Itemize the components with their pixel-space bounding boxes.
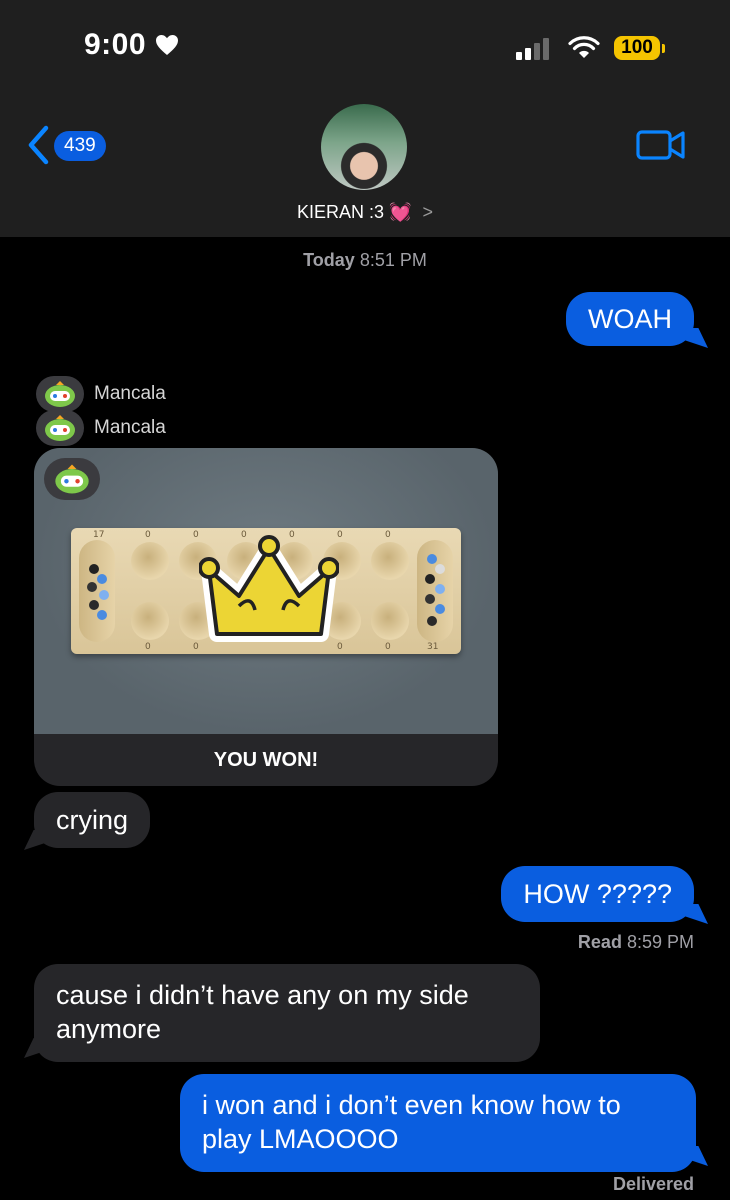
marble [425, 594, 435, 604]
marble [435, 584, 445, 594]
game-sender-row: Mancala [36, 410, 166, 446]
game-sender-name: Mancala [94, 417, 166, 438]
delivered-status: Delivered [612, 1174, 694, 1194]
marble [97, 574, 107, 584]
received-message-crying[interactable]: crying [34, 792, 151, 848]
contact-name: KIERAN :3 💓 [297, 202, 412, 222]
sent-message-how[interactable]: HOW ????? [501, 866, 694, 922]
pit-count: 0 [385, 530, 391, 540]
back-button[interactable]: 439 [26, 122, 106, 168]
contact-name-button[interactable]: KIERAN :3 💓 > [0, 202, 730, 223]
read-receipt: Read 8:59 PM [578, 932, 694, 953]
mancala-app-icon [36, 376, 84, 412]
message-text-line: play LMAOOOO [202, 1124, 399, 1154]
marble [435, 564, 445, 574]
conversation-timestamp: Today 8:51 PM [0, 250, 730, 271]
crown-icon [199, 535, 339, 642]
mancala-app-icon [36, 410, 84, 446]
marble [89, 600, 99, 610]
marble [89, 564, 99, 574]
read-label: Read [577, 932, 622, 952]
pit [131, 602, 169, 640]
clock-text: 9:00 [84, 28, 147, 61]
sent-message-woah[interactable]: WOAH [566, 292, 694, 346]
bubble-tail [684, 904, 708, 924]
received-message-cause[interactable]: cause i didn’t have any on my side anymo… [34, 964, 540, 1062]
pit-count: 0 [385, 642, 391, 652]
bubble-tail [684, 328, 708, 348]
message-text: WOAH [588, 304, 672, 334]
signal-icon [516, 36, 556, 60]
pit-count: 0 [193, 642, 199, 652]
read-time: 8:59 PM [626, 932, 694, 952]
status-icons: 100 [516, 36, 666, 62]
marble [427, 554, 437, 564]
back-chevron-icon [28, 125, 49, 165]
battery-indicator: 100 [614, 36, 660, 60]
marble [435, 604, 445, 614]
timestamp-day: Today [303, 250, 355, 270]
contact-chevron: > [422, 202, 433, 222]
video-call-icon[interactable] [636, 128, 686, 162]
pit-count: 0 [193, 530, 199, 540]
wifi-icon [568, 36, 600, 58]
marble [97, 610, 107, 620]
game-board-image: 17 0 0 0 0 0 0 0 0 0 0 31 [34, 448, 498, 734]
marble [427, 616, 437, 626]
heart-icon [155, 35, 178, 55]
timestamp-time: 8:51 PM [359, 250, 427, 270]
message-text-line: anymore [56, 1014, 162, 1044]
message-text-line: i won and i don’t even know how to [202, 1090, 621, 1120]
status-time: 9:00 [84, 28, 179, 62]
mancala-app-icon [44, 458, 100, 500]
pit [371, 602, 409, 640]
pit [371, 542, 409, 580]
left-store [79, 540, 115, 642]
marble [425, 574, 435, 584]
pit [131, 542, 169, 580]
conversation-header: 9:00 100 439 KIERAN :3 💓 > [0, 0, 730, 237]
contact-avatar[interactable] [321, 104, 407, 190]
marble [87, 582, 97, 592]
battery-tip [662, 44, 665, 53]
unread-count-badge: 439 [54, 131, 106, 161]
pit-count: 0 [145, 530, 151, 540]
message-text: crying [56, 805, 129, 835]
game-sender-row: Mancala [36, 376, 166, 412]
pit-count: 17 [93, 530, 105, 540]
sent-message-won[interactable]: i won and i don’t even know how to play … [180, 1074, 696, 1172]
game-result-caption: YOU WON! [213, 749, 319, 771]
pit-count: 31 [427, 642, 439, 652]
mancala-game-card[interactable]: 17 0 0 0 0 0 0 0 0 0 0 31 YOU WON! [34, 448, 498, 786]
marble [99, 590, 109, 600]
bubble-tail [24, 830, 48, 850]
mancala-board: 17 0 0 0 0 0 0 0 0 0 0 31 [71, 528, 461, 654]
message-text: HOW ????? [523, 879, 672, 909]
message-text-line: cause i didn’t have any on my side [56, 980, 469, 1010]
pit-count: 0 [145, 642, 151, 652]
game-sender-name: Mancala [94, 383, 166, 404]
